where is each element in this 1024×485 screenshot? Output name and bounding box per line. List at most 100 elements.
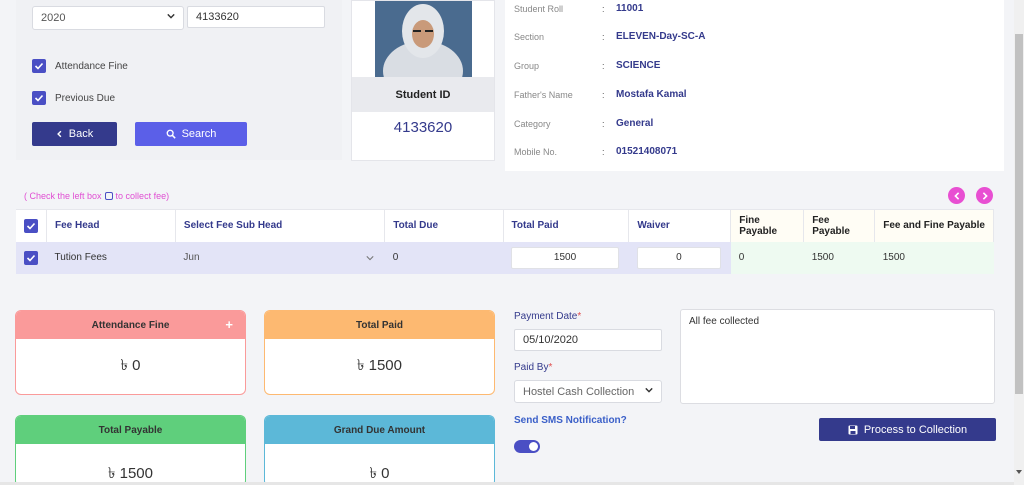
info-label: Group (514, 60, 540, 71)
back-button[interactable]: Back (32, 122, 117, 146)
collect-fee-hint: ( Check the left box to collect fee) (24, 191, 169, 201)
total-payable-card-value: ৳ 1500 (107, 465, 153, 482)
attendance-fine-checkbox-row[interactable]: Attendance Fine (32, 59, 128, 73)
row-select-cell (16, 241, 47, 274)
chevron-down-icon (167, 13, 175, 19)
previous-due-checkbox-row[interactable]: Previous Due (32, 91, 115, 105)
checkbox-sample-icon (104, 192, 113, 200)
check-icon (34, 94, 44, 102)
scroll-down-arrow-icon[interactable] (1016, 470, 1022, 474)
student-photo (375, 1, 472, 77)
chevron-down-icon (366, 255, 374, 260)
info-colon: : (602, 118, 605, 129)
attendance-fine-label: Attendance Fine (55, 60, 128, 72)
save-icon (848, 425, 858, 434)
info-row-category: Category : General (514, 118, 653, 129)
required-mark: * (548, 362, 553, 373)
fine-payable-cell: 0 (730, 241, 804, 274)
column-header: Fee Payable (803, 209, 876, 242)
paid-by-select[interactable]: Hostel Cash Collection (514, 380, 662, 403)
previous-due-checkbox[interactable] (32, 91, 46, 105)
info-row-father: Father's Name : Mostafa Kamal (514, 89, 687, 100)
column-header: Fine Payable (730, 209, 805, 242)
back-button-label: Back (68, 128, 94, 140)
sms-notification-toggle[interactable] (514, 440, 540, 453)
info-label: Student Roll (514, 3, 564, 14)
payment-date-input[interactable]: 05/10/2020 (514, 329, 662, 351)
scrollbar-thumb[interactable] (1015, 34, 1023, 394)
grand-due-card-value: ৳ 0 (369, 465, 390, 482)
required-mark: * (577, 311, 582, 322)
student-id-input[interactable]: 4133620 (187, 6, 325, 28)
check-icon (26, 222, 36, 230)
waiver-cell: 0 (628, 241, 731, 274)
info-row-roll: Student Roll : 11001 (514, 3, 643, 14)
column-header: Total Due (384, 209, 504, 242)
fee-collection-page: 2020 4133620 Attendance Fine Previous Du… (0, 0, 1024, 485)
chevron-left-icon (56, 130, 62, 138)
column-header: Select Fee Sub Head (175, 209, 386, 242)
fee-and-fine-cell: 1500 (874, 241, 994, 274)
process-collection-button[interactable]: Process to Collection (819, 418, 996, 441)
grand-due-card: Grand Due Amount ৳ 0 (264, 415, 495, 485)
search-icon (166, 129, 176, 139)
filter-panel: 2020 4133620 Attendance Fine Previous Du… (16, 0, 342, 160)
chevron-right-icon (982, 191, 988, 200)
paid-by-label-text: Paid By (514, 362, 549, 373)
sms-notification-label: Send SMS Notification? (514, 415, 627, 426)
row-select-checkbox[interactable] (24, 250, 38, 265)
check-icon (34, 62, 44, 70)
info-row-group: Group : SCIENCE (514, 60, 660, 71)
plus-icon[interactable]: + (225, 318, 233, 331)
scroll-left-button[interactable] (948, 187, 965, 204)
fee-table: Fee Head Select Fee Sub Head Total Due T… (16, 209, 994, 274)
search-button[interactable]: Search (135, 122, 247, 146)
fee-sub-head-select[interactable]: Jun (175, 241, 385, 274)
student-id-value: 4133620 (393, 119, 453, 136)
grand-due-card-title: Grand Due Amount (333, 424, 426, 436)
search-button-label: Search (181, 128, 217, 140)
chevron-down-icon (645, 387, 653, 393)
payment-date-label: Payment Date* (514, 311, 581, 322)
total-due-cell: 0 (384, 241, 504, 274)
total-paid-card: Total Paid ৳ 1500 (264, 310, 495, 395)
chevron-left-icon (953, 191, 959, 200)
vertical-scrollbar[interactable] (1014, 0, 1024, 485)
info-colon: : (602, 31, 605, 42)
total-paid-card-title: Total Paid (355, 319, 404, 331)
attendance-fine-card-value: ৳ 0 (120, 357, 141, 374)
previous-due-label: Previous Due (55, 92, 116, 104)
total-paid-input[interactable]: 1500 (511, 246, 620, 269)
student-photo-image (375, 1, 472, 77)
column-header: Fee Head (46, 209, 176, 242)
total-paid-card-header: Total Paid (265, 311, 494, 339)
process-collection-label: Process to Collection (863, 423, 968, 436)
info-label: Section (514, 31, 545, 42)
info-value: Mostafa Kamal (616, 89, 687, 100)
check-icon (26, 254, 36, 262)
total-paid-cell: 1500 (503, 241, 629, 274)
total-payable-card-title: Total Payable (98, 424, 163, 436)
select-all-cell (16, 209, 47, 242)
total-paid-card-value: ৳ 1500 (356, 357, 402, 374)
student-id-label: Student ID (352, 77, 494, 112)
info-value: 11001 (616, 3, 644, 14)
toggle-knob (529, 442, 538, 451)
note-textarea[interactable]: All fee collected (680, 309, 995, 404)
waiver-input[interactable]: 0 (636, 246, 721, 269)
info-label: Mobile No. (514, 146, 558, 157)
year-select[interactable]: 2020 (32, 6, 184, 30)
attendance-fine-card: Attendance Fine + ৳ 0 (15, 310, 246, 395)
select-all-checkbox[interactable] (24, 218, 38, 233)
scroll-right-button[interactable] (976, 187, 993, 204)
total-payable-card: Total Payable ৳ 1500 (15, 415, 246, 485)
info-label: Father's Name (514, 89, 573, 100)
paid-by-label: Paid By* (514, 362, 552, 373)
fee-table-header-row: Fee Head Select Fee Sub Head Total Due T… (16, 209, 994, 242)
attendance-fine-checkbox[interactable] (32, 59, 46, 73)
column-header: Waiver (628, 209, 732, 242)
info-label: Category (514, 118, 551, 129)
student-photo-card: Student ID 4133620 (351, 0, 495, 161)
info-row-mobile: Mobile No. : 01521408071 (514, 146, 677, 157)
info-value: General (616, 118, 654, 129)
